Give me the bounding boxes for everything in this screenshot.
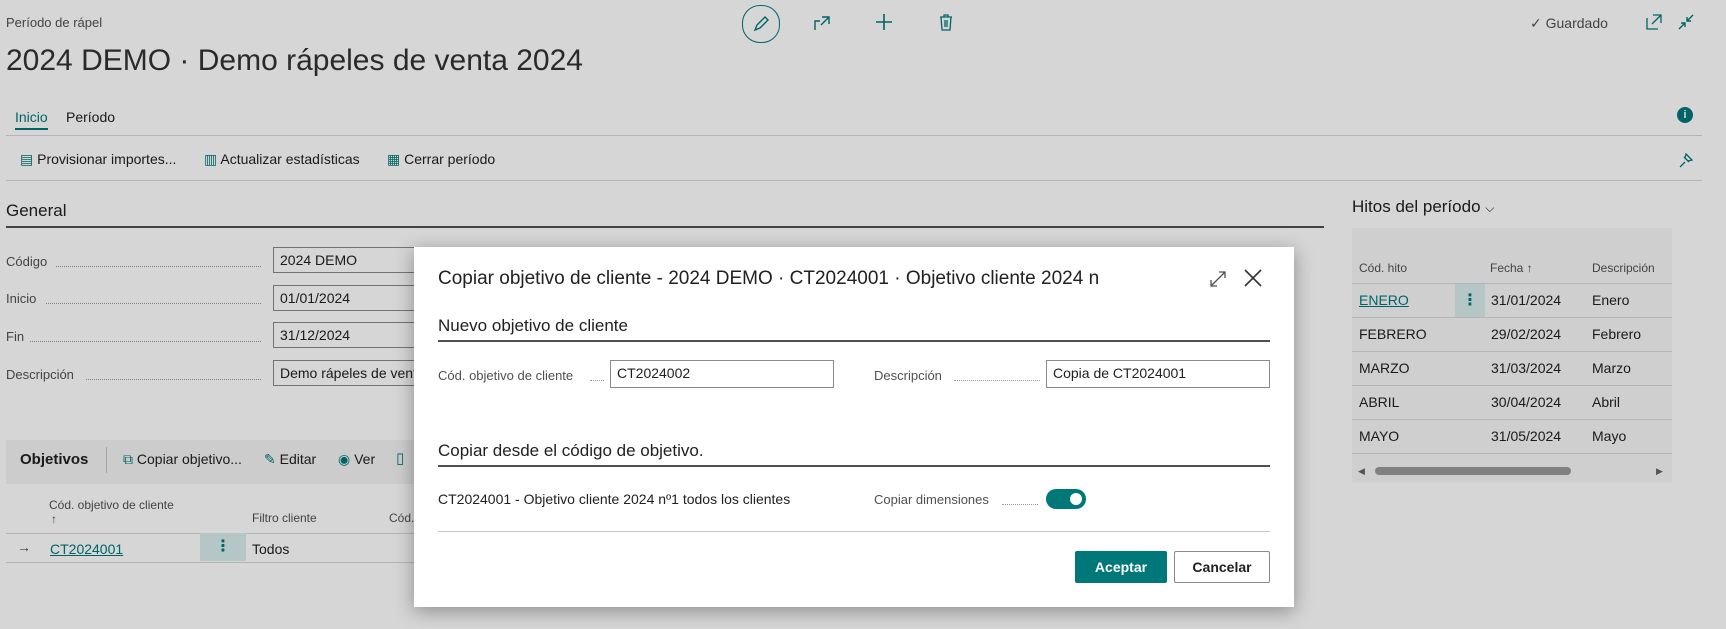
accept-button[interactable]: Aceptar [1075, 551, 1167, 583]
new-objective-section-title: Nuevo objetivo de cliente [438, 316, 628, 335]
expand-icon [1210, 271, 1226, 287]
code-label: Cód. objetivo de cliente [438, 368, 574, 383]
dialog-title: Copiar objetivo de cliente - 2024 DEMO ·… [438, 268, 1098, 289]
objective-code-input[interactable]: CT2024002 [610, 360, 834, 388]
description-label: Descripción [874, 368, 942, 383]
copy-dimensions-label: Copiar dimensiones [874, 492, 989, 507]
cancel-button[interactable]: Cancelar [1174, 551, 1270, 583]
description-input[interactable]: Copia de CT2024001 [1046, 360, 1270, 388]
expand-button[interactable] [1208, 269, 1228, 289]
source-objective-text: CT2024001 - Objetivo cliente 2024 nº1 to… [438, 491, 791, 507]
copy-dimensions-toggle[interactable] [1046, 489, 1086, 509]
copy-objective-dialog: Copiar objetivo de cliente - 2024 DEMO ·… [414, 247, 1294, 607]
close-button[interactable] [1242, 267, 1264, 289]
toggle-knob [1070, 493, 1082, 505]
copy-from-section-title: Copiar desde el código de objetivo. [438, 441, 704, 460]
close-icon [1244, 269, 1262, 287]
